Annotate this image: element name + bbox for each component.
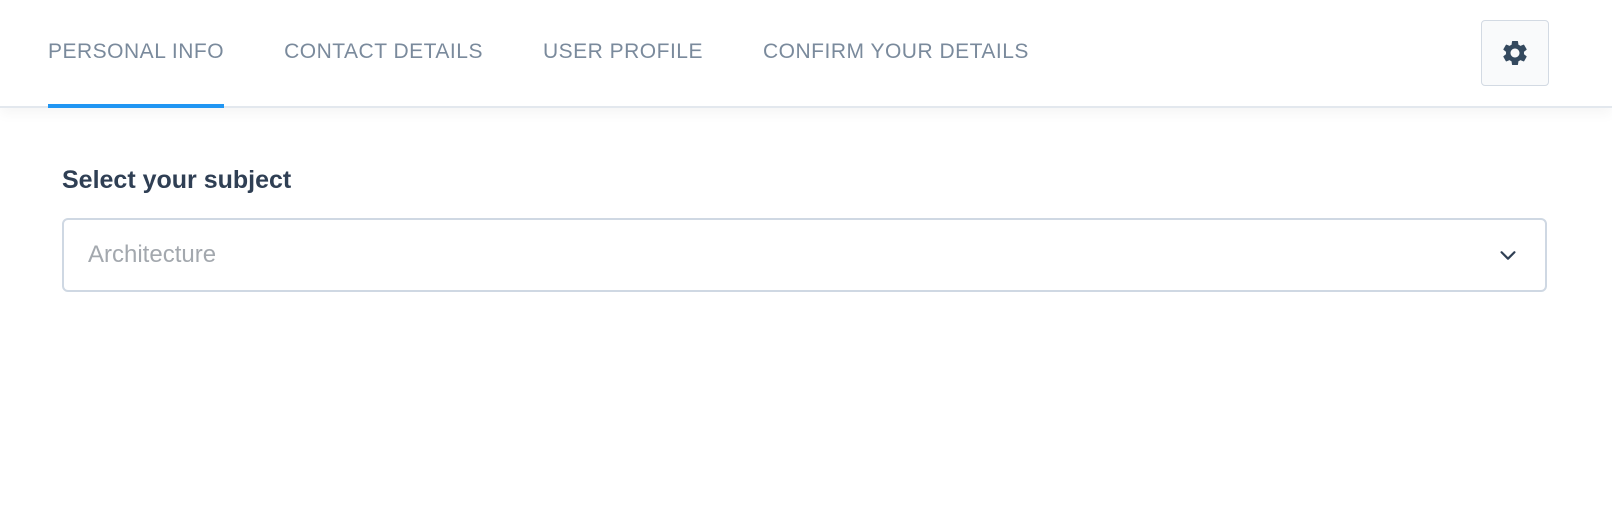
tab-personal-info[interactable]: PERSONAL INFO	[48, 0, 225, 108]
tab-contact-details[interactable]: CONTACT DETAILS	[284, 0, 483, 106]
tab-label: PERSONAL INFO	[48, 40, 225, 63]
form-content: Select your subject Architecture	[62, 160, 1549, 292]
tab-label: USER PROFILE	[542, 40, 703, 63]
subject-select-value: Architecture	[88, 241, 217, 268]
tab-label: CONTACT DETAILS	[284, 40, 483, 63]
tab-user-profile[interactable]: USER PROFILE	[543, 0, 703, 106]
step-tabs: PERSONAL INFO CONTACT DETAILS USER PROFI…	[48, 0, 1029, 108]
subject-label: Select your subject	[62, 166, 292, 194]
chevron-down-icon	[1500, 251, 1516, 260]
tab-confirm-your-details[interactable]: CONFIRM YOUR DETAILS	[763, 0, 1029, 106]
subject-select[interactable]: Architecture	[62, 218, 1547, 292]
gear-icon	[1503, 40, 1527, 65]
tab-label: CONFIRM YOUR DETAILS	[763, 40, 1029, 63]
settings-button[interactable]	[1481, 20, 1549, 86]
top-navigation: PERSONAL INFO CONTACT DETAILS USER PROFI…	[0, 0, 1612, 108]
